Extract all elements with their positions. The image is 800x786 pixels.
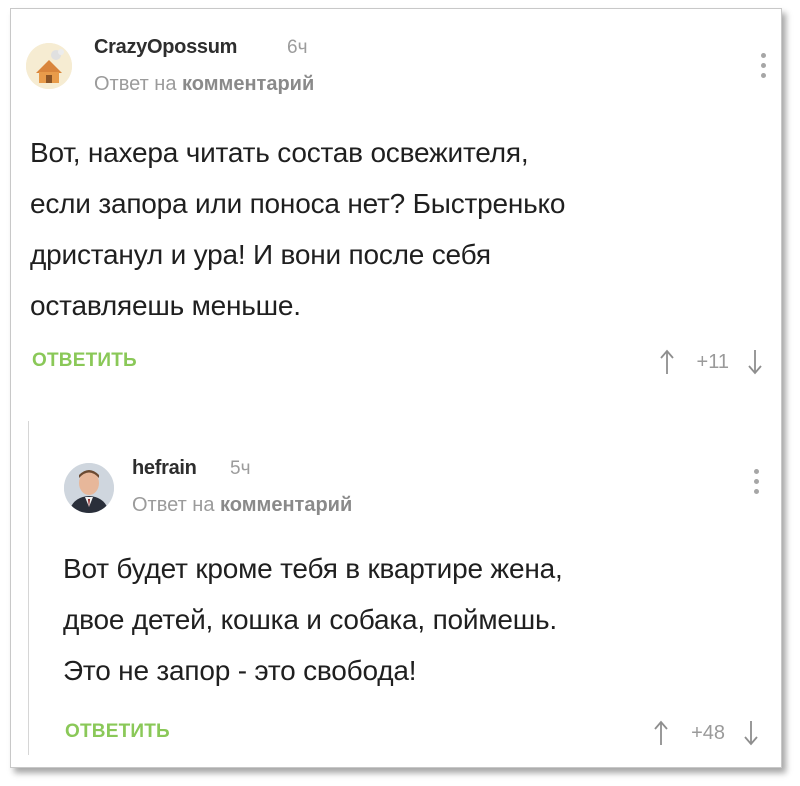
reply-to-line: Ответ на комментарий: [94, 73, 314, 96]
comment-text-line: дристанул и ура! И вони после себя: [30, 239, 491, 270]
comment-text-line: Вот будет кроме тебя в квартире жена,: [63, 553, 563, 584]
comment-time: 6ч: [287, 37, 308, 58]
arrow-up-icon[interactable]: [659, 348, 675, 376]
arrow-down-icon[interactable]: [747, 348, 763, 376]
comment-text-line: двое детей, кошка и собака, поймешь.: [63, 604, 557, 635]
opossum-avatar-icon: [26, 43, 72, 89]
user-photo-icon: [64, 463, 114, 513]
vote-score: +11: [696, 350, 729, 373]
parent-comment-link[interactable]: комментарий: [220, 494, 352, 516]
avatar[interactable]: [64, 463, 114, 513]
parent-comment-link[interactable]: комментарий: [182, 73, 314, 95]
reply-comment: hefrain 5ч Ответ на комментарий Вот буде…: [28, 421, 769, 755]
avatar[interactable]: [26, 43, 72, 89]
author-name[interactable]: hefrain: [132, 457, 197, 480]
comment-time: 5ч: [230, 458, 251, 479]
comment-text-line: Это не запор - это свобода!: [63, 655, 417, 686]
vote-score: +48: [691, 721, 725, 744]
reply-to-prefix: Ответ на: [94, 73, 177, 95]
comment-text: Вот будет кроме тебя в квартире жена, дв…: [63, 543, 763, 696]
vote-controls: +11: [659, 347, 763, 377]
comments-panel: CrazyOpossum 6ч Ответ на комментарий Вот…: [10, 8, 782, 768]
author-name[interactable]: CrazyOpossum: [94, 36, 237, 59]
reply-button[interactable]: ОТВЕТИТЬ: [65, 721, 170, 743]
arrow-down-icon[interactable]: [743, 719, 759, 747]
vote-controls: +48: [653, 718, 759, 748]
reply-button[interactable]: ОТВЕТИТЬ: [32, 350, 137, 372]
reply-to-prefix: Ответ на: [132, 494, 215, 516]
comment-text: Вот, нахера читать состав освежителя, ес…: [30, 127, 760, 331]
comment-text-line: если запора или поноса нет? Быстренько: [30, 188, 566, 219]
comment-text-line: Вот, нахера читать состав освежителя,: [30, 137, 529, 168]
more-vertical-icon[interactable]: [759, 53, 767, 83]
comment-text-line: оставляешь меньше.: [30, 290, 301, 321]
more-vertical-icon[interactable]: [752, 469, 760, 499]
reply-to-line: Ответ на комментарий: [132, 494, 352, 517]
arrow-up-icon[interactable]: [653, 719, 669, 747]
